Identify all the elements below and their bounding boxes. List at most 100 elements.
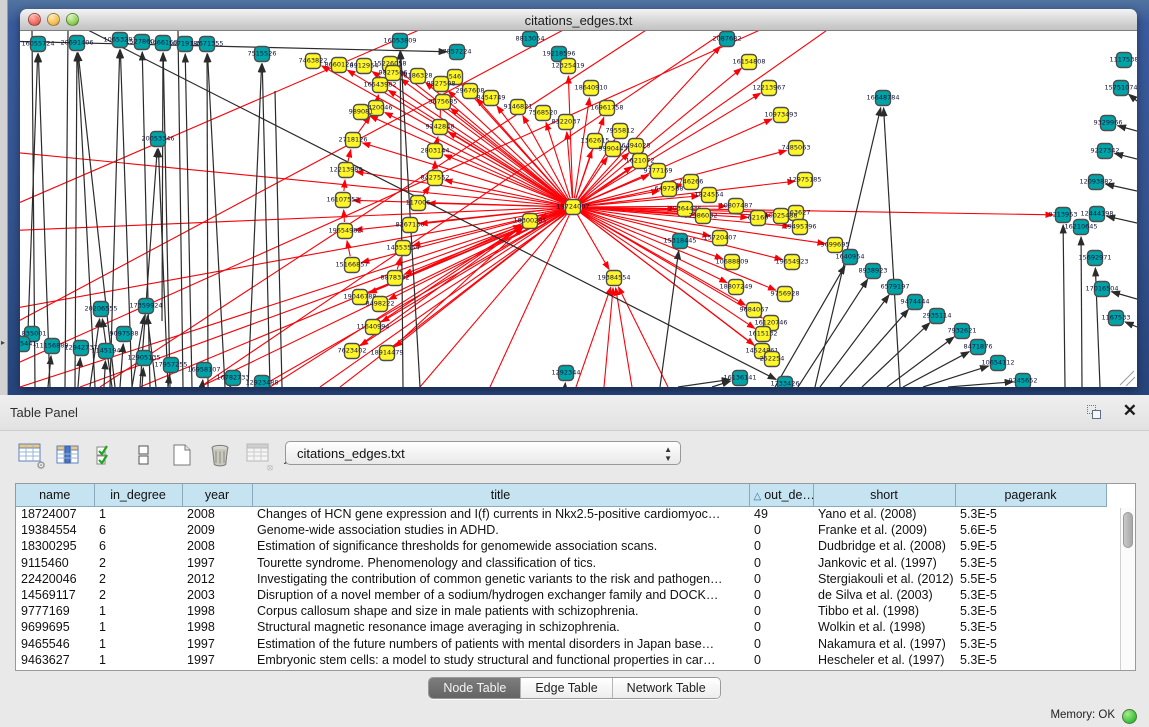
graph-node[interactable]: 2718126 [339, 133, 368, 148]
graph-node[interactable]: 1117538 [1110, 53, 1137, 68]
graph-node[interactable]: 2935114 [923, 309, 952, 324]
graph-node[interactable]: 12213967 [752, 81, 785, 96]
clear-selection-icon[interactable] [130, 440, 158, 470]
graph-edge[interactable] [449, 132, 566, 202]
graph-edge[interactable] [862, 323, 930, 387]
graph-edge[interactable] [1112, 292, 1137, 299]
network-canvas[interactable]: 1872400716055724206914061065328715278602… [20, 31, 1137, 387]
graph-node[interactable]: 16136141 [723, 371, 756, 386]
graph-edge[interactable] [378, 95, 379, 99]
memory-status-icon[interactable] [1122, 709, 1137, 724]
graph-node[interactable]: 2803144 [421, 144, 450, 159]
graph-node[interactable]: 7955812 [606, 124, 635, 139]
graph-node[interactable]: 7986032 [689, 209, 718, 224]
graph-node[interactable]: 16543982 [363, 78, 396, 93]
graph-edge[interactable] [158, 149, 168, 387]
graph-node[interactable]: 19495796 [783, 220, 816, 235]
graph-edge[interactable] [20, 210, 564, 387]
graph-edge[interactable] [78, 358, 80, 387]
graph-node[interactable]: 19654982 [328, 224, 361, 239]
graph-node[interactable]: 252254 [760, 352, 785, 367]
graph-node[interactable]: 14353554 [386, 241, 419, 256]
graph-node[interactable]: 12213989 [329, 163, 362, 178]
graph-node[interactable]: 18640910 [574, 81, 607, 96]
graph-edge[interactable] [178, 31, 183, 387]
graph-edge[interactable] [142, 368, 143, 387]
table-row[interactable]: 911546021997Tourette syndrome. Phenomeno… [16, 555, 1106, 571]
citation-network-graph[interactable]: 1872400716055724206914061065328715278602… [20, 31, 1137, 387]
table-options-icon[interactable]: ⚙ [16, 440, 44, 470]
graph-node[interactable]: 9245652 [1009, 374, 1038, 388]
column-header-pagerank[interactable]: pagerank [955, 484, 1106, 506]
graph-node[interactable]: 16961758 [590, 101, 623, 116]
import-table-icon-disabled[interactable]: ⦻ [244, 440, 272, 470]
column-header-year[interactable]: year [182, 484, 252, 506]
graph-node[interactable]: 7857224 [443, 45, 472, 60]
graph-node[interactable]: 16055724 [21, 37, 54, 52]
graph-node[interactable]: 20691406 [60, 36, 93, 51]
graph-node[interactable]: 8213953 [1049, 208, 1078, 223]
window-titlebar[interactable]: citations_edges.txt [20, 9, 1137, 31]
graph-node[interactable]: 16648784 [866, 91, 899, 106]
select-columns-icon[interactable] [54, 440, 82, 470]
column-header-title[interactable]: title [252, 484, 749, 506]
table-row[interactable]: 946554611997Estimation of the future num… [16, 636, 1106, 652]
graph-node[interactable]: 9227342 [1091, 144, 1120, 159]
graph-node[interactable]: 7515526 [248, 47, 277, 62]
table-row[interactable]: 1456911722003Disruption of a novel membe… [16, 587, 1106, 603]
graph-edge[interactable] [348, 150, 351, 161]
graph-node[interactable]: 7932621 [948, 324, 977, 339]
graph-node[interactable]: 18914479 [370, 346, 403, 361]
graph-edge[interactable] [582, 206, 726, 207]
graph-edge[interactable] [207, 54, 208, 387]
graph-edge[interactable] [162, 53, 163, 321]
graph-node[interactable]: 7623402 [338, 344, 367, 359]
graph-edge[interactable] [65, 31, 68, 387]
graph-node[interactable]: 16154808 [732, 55, 765, 70]
graph-edge[interactable] [948, 382, 1013, 387]
table-source-dropdown[interactable]: citations_edges.txt ▲▼ [285, 441, 681, 465]
graph-edge[interactable] [820, 295, 889, 387]
graph-edge[interactable] [185, 54, 192, 387]
graph-node[interactable]: 3915441 [20, 337, 36, 352]
resize-grip-icon[interactable] [1120, 371, 1135, 386]
graph-edge[interactable] [120, 344, 123, 387]
graph-node[interactable]: 7485063 [782, 141, 811, 156]
table-row[interactable]: 946362711997Embryonic stem cells: a mode… [16, 652, 1106, 668]
graph-edge[interactable] [344, 210, 345, 222]
tab-edge-table[interactable]: Edge Table [521, 678, 612, 698]
graph-node[interactable]: 11640994 [356, 320, 389, 335]
panel-divider[interactable]: ▸ [0, 0, 8, 395]
graph-edge[interactable] [275, 91, 282, 387]
graph-edge[interactable] [260, 211, 565, 387]
graph-node[interactable]: 14671355 [190, 37, 223, 52]
graph-node[interactable]: 9777169 [644, 164, 673, 179]
column-header-in_degree[interactable]: in_degree [94, 484, 182, 506]
graph-node[interactable]: 12325419 [551, 59, 584, 74]
graph-node[interactable]: 18807249 [719, 280, 752, 295]
graph-node[interactable]: 3675685 [429, 95, 458, 110]
graph-node[interactable]: 2087682 [713, 32, 742, 47]
graph-node[interactable]: 20053346 [141, 132, 174, 147]
graph-node[interactable]: 19384554 [597, 271, 630, 286]
graph-node[interactable]: 16053809 [383, 34, 416, 49]
graph-node[interactable]: 8878332 [381, 271, 410, 286]
graph-node[interactable]: 12975185 [788, 173, 821, 188]
table-row[interactable]: 2242004622012Investigating the contribut… [16, 571, 1106, 587]
graph-node[interactable]: 8322037 [552, 115, 581, 130]
graph-node[interactable]: 8498222 [366, 297, 395, 312]
graph-node[interactable]: 12093882 [1079, 175, 1112, 190]
graph-node[interactable]: 9827508 [427, 77, 456, 92]
graph-node[interactable]: 16107552 [326, 193, 359, 208]
graph-node[interactable]: 10654112 [981, 356, 1014, 371]
table-row[interactable]: 977716911998Corpus callosum shape and si… [16, 603, 1106, 619]
graph-node[interactable]: 1733426 [771, 377, 800, 388]
graph-edge[interactable] [884, 108, 900, 387]
graph-edge[interactable] [344, 180, 345, 191]
graph-node[interactable]: 15720407 [703, 231, 736, 246]
graph-edge[interactable] [618, 287, 668, 387]
graph-node[interactable]: 9097588 [110, 327, 139, 342]
graph-node[interactable]: 19654923 [775, 255, 808, 270]
float-panel-icon[interactable] [1087, 405, 1103, 420]
graph-edge[interactable] [437, 137, 438, 142]
